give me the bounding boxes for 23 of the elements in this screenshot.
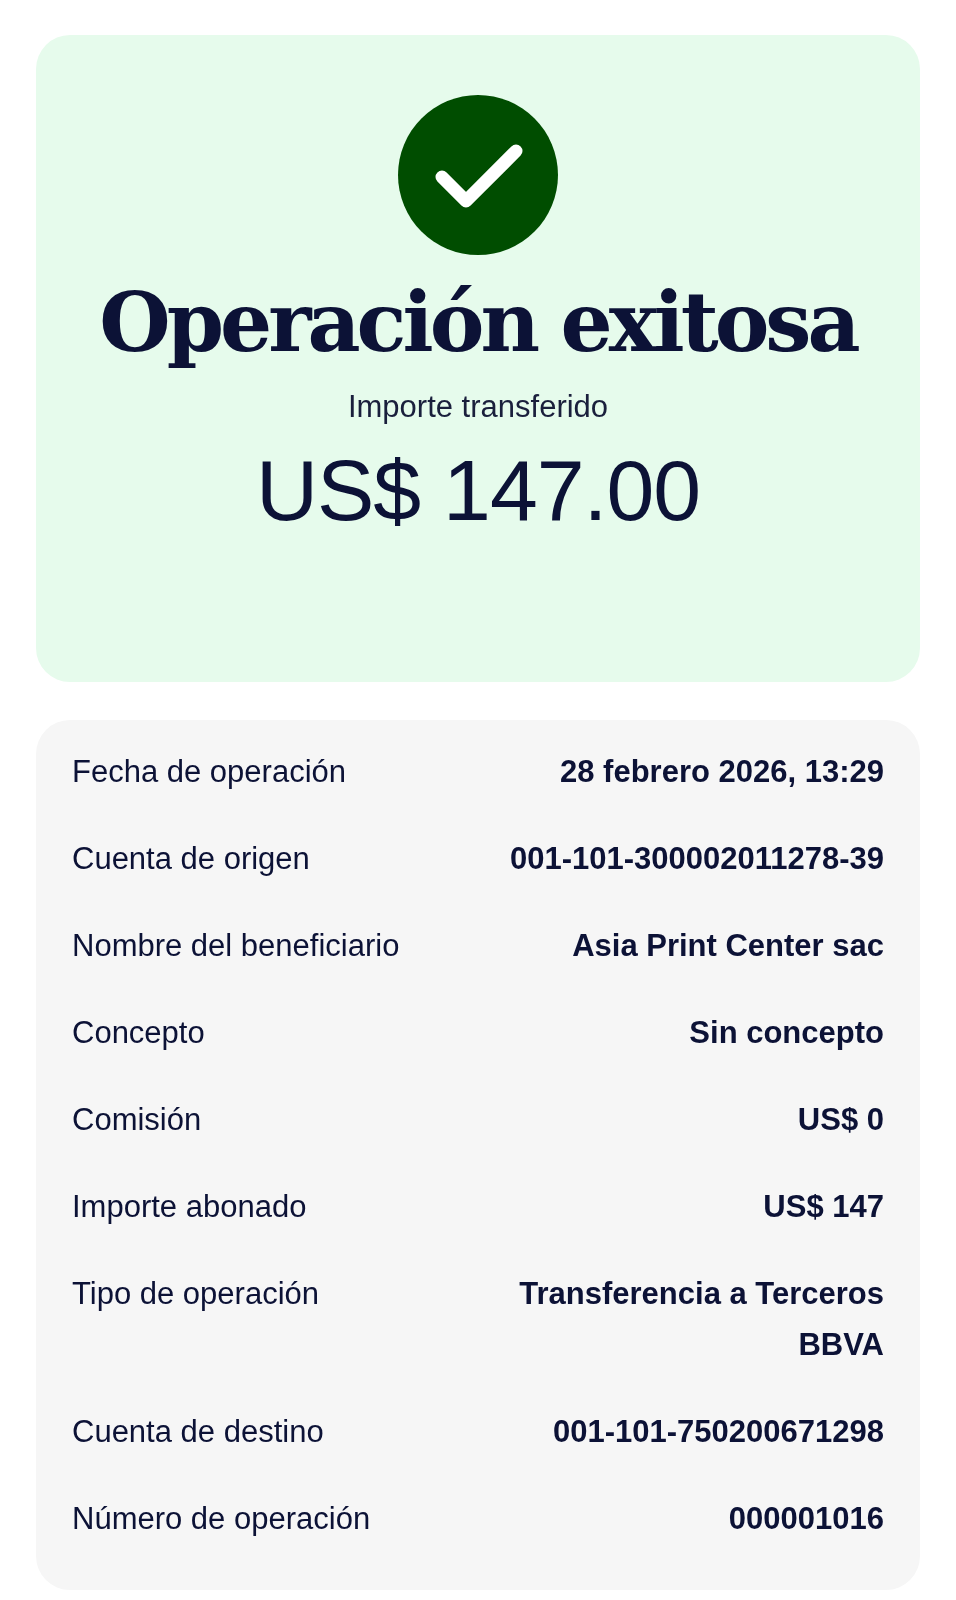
detail-label: Tipo de operación [72,1275,320,1313]
checkmark-icon [398,95,558,255]
detail-label: Importe abonado [72,1188,307,1226]
detail-value: 001-101-750200671298 [553,1413,884,1451]
detail-value: Asia Print Center sac [572,927,884,965]
detail-label: Cuenta de destino [72,1413,324,1451]
amount-value: US$ 147.00 [255,441,701,541]
success-title: Operación exitosa [99,277,857,368]
detail-value: 001-101-300002011278-39 [509,840,884,878]
detail-value: 28 febrero 2026, 13:29 [560,753,884,791]
detail-label: Nombre del beneficiario [72,927,400,965]
detail-value: Transferencia a Terceros [519,1275,884,1313]
detail-value: BBVA [798,1326,884,1364]
detail-value: 000001016 [728,1500,884,1538]
amount-label: Importe transferido [347,389,609,426]
detail-label: Fecha de operación [72,753,347,791]
detail-label: Comisión [72,1101,202,1139]
detail-label: Concepto [72,1014,205,1052]
detail-value: Sin concepto [689,1014,884,1052]
detail-value: US$ 147 [763,1188,884,1226]
detail-label: Cuenta de origen [72,840,310,878]
detail-value: US$ 0 [797,1101,884,1139]
detail-label: Número de operación [72,1500,371,1538]
